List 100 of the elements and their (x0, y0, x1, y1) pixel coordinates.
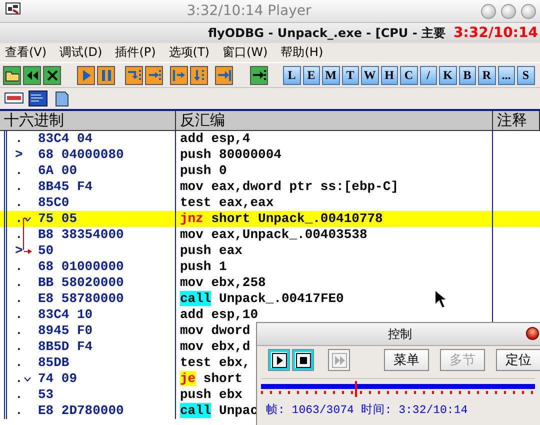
window-button[interactable] (501, 4, 516, 18)
window-button[interactable]: L (283, 66, 300, 84)
toolbar-button[interactable] (77, 66, 95, 84)
window-button[interactable]: M (322, 66, 340, 84)
hex-bytes: 50 (38, 243, 54, 259)
timeline-slider[interactable] (261, 378, 535, 398)
menu-item[interactable]: 查看(V) (4, 44, 59, 61)
window-title: 3:32/10:14 Player (186, 3, 312, 19)
hex-bytes: 85C0 (38, 195, 70, 211)
menu-item[interactable]: 窗口(W) (222, 44, 280, 61)
toolbar-button[interactable] (170, 66, 188, 84)
window-button[interactable]: R (478, 66, 496, 84)
row-marker: . (15, 211, 24, 227)
mnemonic: add (180, 131, 204, 146)
close-button[interactable] (526, 327, 539, 340)
window-button[interactable]: W (361, 66, 378, 84)
window-button[interactable]: T (342, 66, 359, 84)
row-marker: . (15, 275, 24, 291)
column-header[interactable]: 反汇编 (176, 111, 493, 130)
code-row[interactable]: . 6A 00 push 0 (0, 163, 540, 179)
window-button[interactable]: H (380, 66, 398, 84)
operands: eax,dword ptr ss:[ebp-C] (211, 179, 398, 194)
hex-bytes: 83C4 10 (38, 307, 93, 323)
pause-icon (99, 68, 113, 82)
row-marker: . (15, 195, 24, 211)
toolbar-button[interactable] (215, 66, 233, 84)
operands: eax,Unpack_.00403538 (211, 227, 368, 242)
arrow-head-icon (24, 248, 32, 254)
operands: eax,eax (219, 195, 274, 210)
mnemonic: mov (180, 339, 204, 354)
menu-item[interactable]: 调试(D) (58, 44, 114, 61)
mouse-pointer-icon (434, 289, 448, 309)
hex-bytes: 68 01000000 (38, 259, 124, 275)
play-button[interactable] (268, 349, 290, 371)
window-button[interactable]: K (439, 66, 456, 84)
code-row[interactable]: . 8B45 F4 mov eax,dword ptr ss:[ebp-C] (0, 179, 540, 195)
mnemonic: push (180, 147, 212, 162)
column-header[interactable]: 注释 (493, 111, 540, 130)
status-text: 帧: 1063/3074 时间: 3:32/10:14 (265, 402, 469, 418)
toolbar-button[interactable] (97, 66, 115, 84)
toolbar-button[interactable] (3, 66, 21, 84)
row-marker: . (15, 339, 24, 355)
dialog-button[interactable]: 菜单 (384, 349, 429, 371)
app-icon (4, 1, 22, 17)
row-marker: . (15, 323, 24, 339)
row-marker: . (15, 355, 24, 371)
close-icon (45, 68, 59, 82)
menu-item[interactable]: 插件(P) (114, 44, 168, 61)
hex-bytes: E8 58780000 (38, 291, 124, 307)
hex-bytes: 75 05 (38, 211, 78, 227)
slider-thumb[interactable] (354, 381, 357, 397)
window-button[interactable] (521, 4, 536, 18)
toolbar-button[interactable] (125, 66, 143, 84)
toolbar-button[interactable] (145, 66, 163, 84)
code-row[interactable]: > 50 push eax (0, 243, 540, 259)
operands: Unpac (219, 403, 258, 418)
window-button[interactable]: S (517, 66, 534, 84)
hex-bytes: 8B5D F4 (38, 339, 93, 355)
toolbar-button[interactable] (23, 66, 41, 84)
toolbar-button[interactable] (190, 66, 208, 84)
code-row[interactable]: . B8 38354000 mov eax,Unpack_.00403538 (0, 227, 540, 243)
row-marker: > (15, 147, 24, 163)
menu-item[interactable]: 选项(T) (168, 44, 222, 61)
toolbar-button[interactable] (250, 66, 268, 84)
operands: ebx,d (211, 339, 250, 354)
hex-bytes: 8945 F0 (38, 323, 93, 339)
window-button[interactable]: C (400, 66, 418, 84)
operands: ebx,258 (211, 275, 266, 290)
hex-bytes: 83C4 04 (38, 131, 93, 147)
toolbar-button[interactable] (43, 66, 61, 84)
hex-bytes: 53 (38, 387, 54, 403)
code-row[interactable]: . 68 01000000 push 1 (0, 259, 540, 275)
code-row[interactable]: . 75 05 jnz short Unpack_.00410778 (0, 211, 540, 227)
window-button[interactable]: ... (498, 66, 515, 84)
app-title: flyODBG - Unpack_.exe - [CPU - 主要 (208, 24, 446, 42)
operands: 0 (219, 163, 227, 178)
window-button[interactable]: / (420, 66, 437, 84)
hex-bytes: 8B45 F4 (38, 179, 93, 195)
dialog-button[interactable]: 定位 (496, 349, 540, 371)
window-button[interactable]: B (458, 66, 476, 84)
hex-bytes: 85DB (38, 355, 70, 371)
stop-button[interactable] (292, 349, 314, 371)
mnemonic: call (180, 291, 212, 306)
mnemonic: push (180, 163, 212, 178)
window-button[interactable] (481, 4, 496, 18)
window-button[interactable]: E (302, 66, 320, 84)
row-marker: . (15, 307, 24, 323)
row-marker: . (15, 227, 24, 243)
hex-bytes: BB 58020000 (38, 275, 124, 291)
column-header[interactable]: 十六进制 (0, 111, 176, 130)
operands: ebx, (219, 355, 250, 370)
menu-item[interactable]: 帮助(H) (280, 44, 336, 61)
code-row[interactable]: . 83C4 04 add esp,4 (0, 131, 540, 147)
mnemonic: mov (180, 227, 204, 242)
code-row[interactable]: > 68 04000080 push 80000004 (0, 147, 540, 163)
operands: esp,4 (211, 131, 250, 146)
hex-bytes: 74 09 (38, 371, 78, 387)
mnemonic: mov (180, 275, 204, 290)
toolbar-button[interactable] (28, 90, 48, 108)
operands: short (203, 371, 242, 386)
